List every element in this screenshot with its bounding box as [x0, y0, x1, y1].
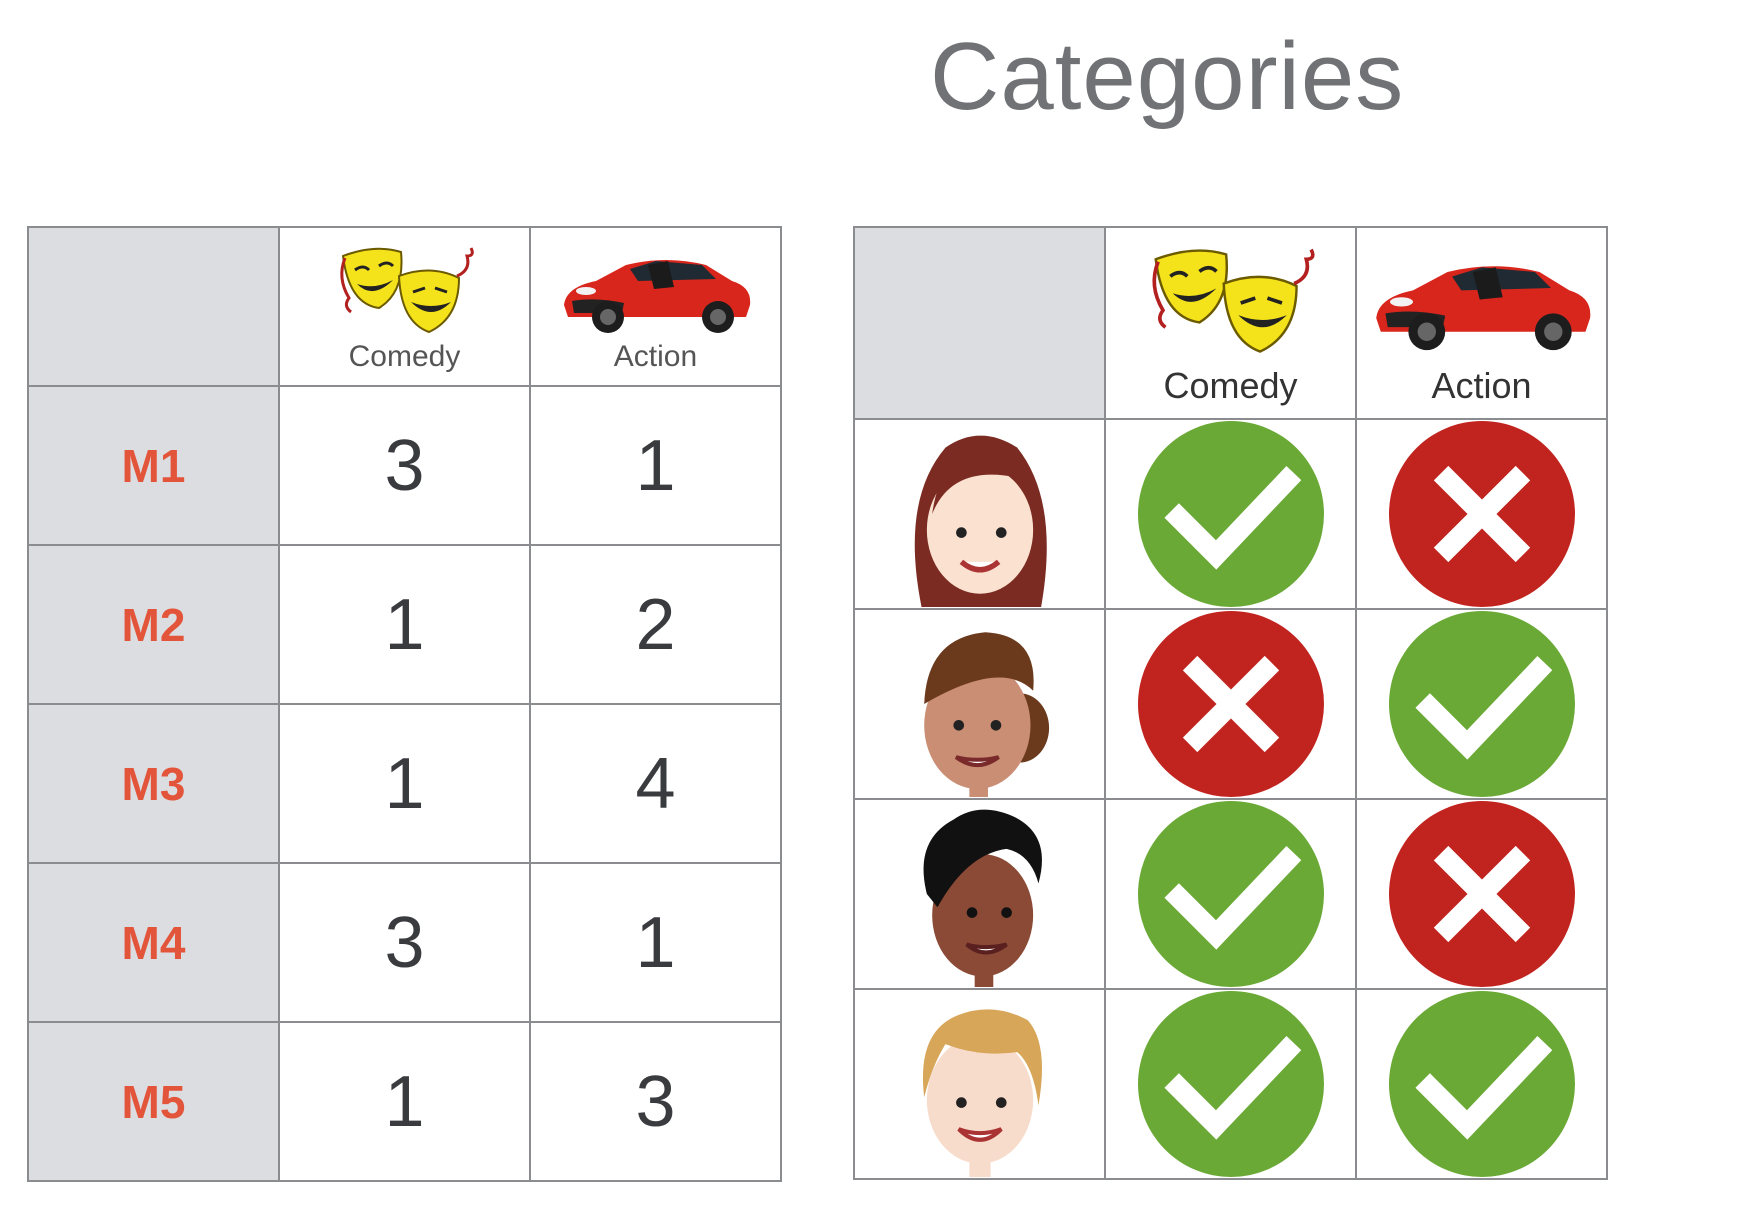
header-row: Comedy Action [27, 226, 782, 387]
user-avatar-cell [853, 418, 1106, 610]
table-row [853, 798, 1608, 990]
table-row [853, 608, 1608, 800]
table-row [853, 988, 1608, 1180]
comedy-score: 1 [278, 544, 531, 705]
action-score: 3 [529, 1021, 782, 1182]
movie-category-table: Comedy Action M1 3 1 M2 1 2 M3 1 4 M4 3 … [27, 226, 782, 1182]
action-preference [1355, 798, 1608, 990]
column-header-action: Action [529, 226, 782, 387]
column-label: Action [1431, 365, 1532, 406]
column-label: Comedy [1163, 365, 1298, 406]
action-score: 2 [529, 544, 782, 705]
check-icon [1138, 991, 1324, 1177]
row-label: M2 [27, 544, 280, 705]
user-category-table: Comedy Action [853, 226, 1608, 1180]
column-header-comedy: Comedy [1104, 226, 1357, 420]
corner-cell [27, 226, 280, 387]
woman-bun-hair-avatar [900, 611, 1060, 797]
man-curly-black-hair-avatar [900, 801, 1060, 987]
user-avatar-cell [853, 988, 1106, 1180]
column-header-action: Action [1355, 226, 1608, 420]
column-label: Action [613, 339, 698, 373]
comedy-score: 3 [278, 862, 531, 1023]
comedy-score: 1 [278, 703, 531, 864]
comedy-preference [1104, 418, 1357, 610]
corner-cell [853, 226, 1106, 420]
comedy-masks-icon [330, 242, 480, 342]
user-avatar-cell [853, 798, 1106, 990]
action-score: 1 [529, 385, 782, 546]
check-icon [1138, 801, 1324, 987]
table-row: M5 1 3 [27, 1021, 782, 1182]
action-score: 1 [529, 862, 782, 1023]
row-label: M1 [27, 385, 280, 546]
woman-long-brown-hair-avatar [900, 421, 1060, 607]
table-row: M2 1 2 [27, 544, 782, 705]
red-car-icon [1367, 240, 1597, 366]
row-label: M5 [27, 1021, 280, 1182]
comedy-score: 1 [278, 1021, 531, 1182]
action-preference [1355, 608, 1608, 800]
cross-icon [1389, 801, 1575, 987]
table-row: M4 3 1 [27, 862, 782, 1023]
comedy-masks-icon [1146, 240, 1316, 366]
comedy-score: 3 [278, 385, 531, 546]
header-row: Comedy Action [853, 226, 1608, 420]
column-label: Comedy [348, 339, 461, 373]
row-label: M3 [27, 703, 280, 864]
boy-blond-hair-avatar [900, 991, 1060, 1177]
action-preference [1355, 418, 1608, 610]
table-row: M3 1 4 [27, 703, 782, 864]
cross-icon [1138, 611, 1324, 797]
comedy-preference [1104, 988, 1357, 1180]
cross-icon [1389, 421, 1575, 607]
check-icon [1389, 611, 1575, 797]
action-preference [1355, 988, 1608, 1180]
page-title: Categories [930, 23, 1405, 130]
column-header-comedy: Comedy [278, 226, 531, 387]
red-car-icon [556, 242, 756, 342]
action-score: 4 [529, 703, 782, 864]
user-avatar-cell [853, 608, 1106, 800]
check-icon [1389, 991, 1575, 1177]
table-row: M1 3 1 [27, 385, 782, 546]
row-label: M4 [27, 862, 280, 1023]
comedy-preference [1104, 798, 1357, 990]
table-row [853, 418, 1608, 610]
check-icon [1138, 421, 1324, 607]
comedy-preference [1104, 608, 1357, 800]
